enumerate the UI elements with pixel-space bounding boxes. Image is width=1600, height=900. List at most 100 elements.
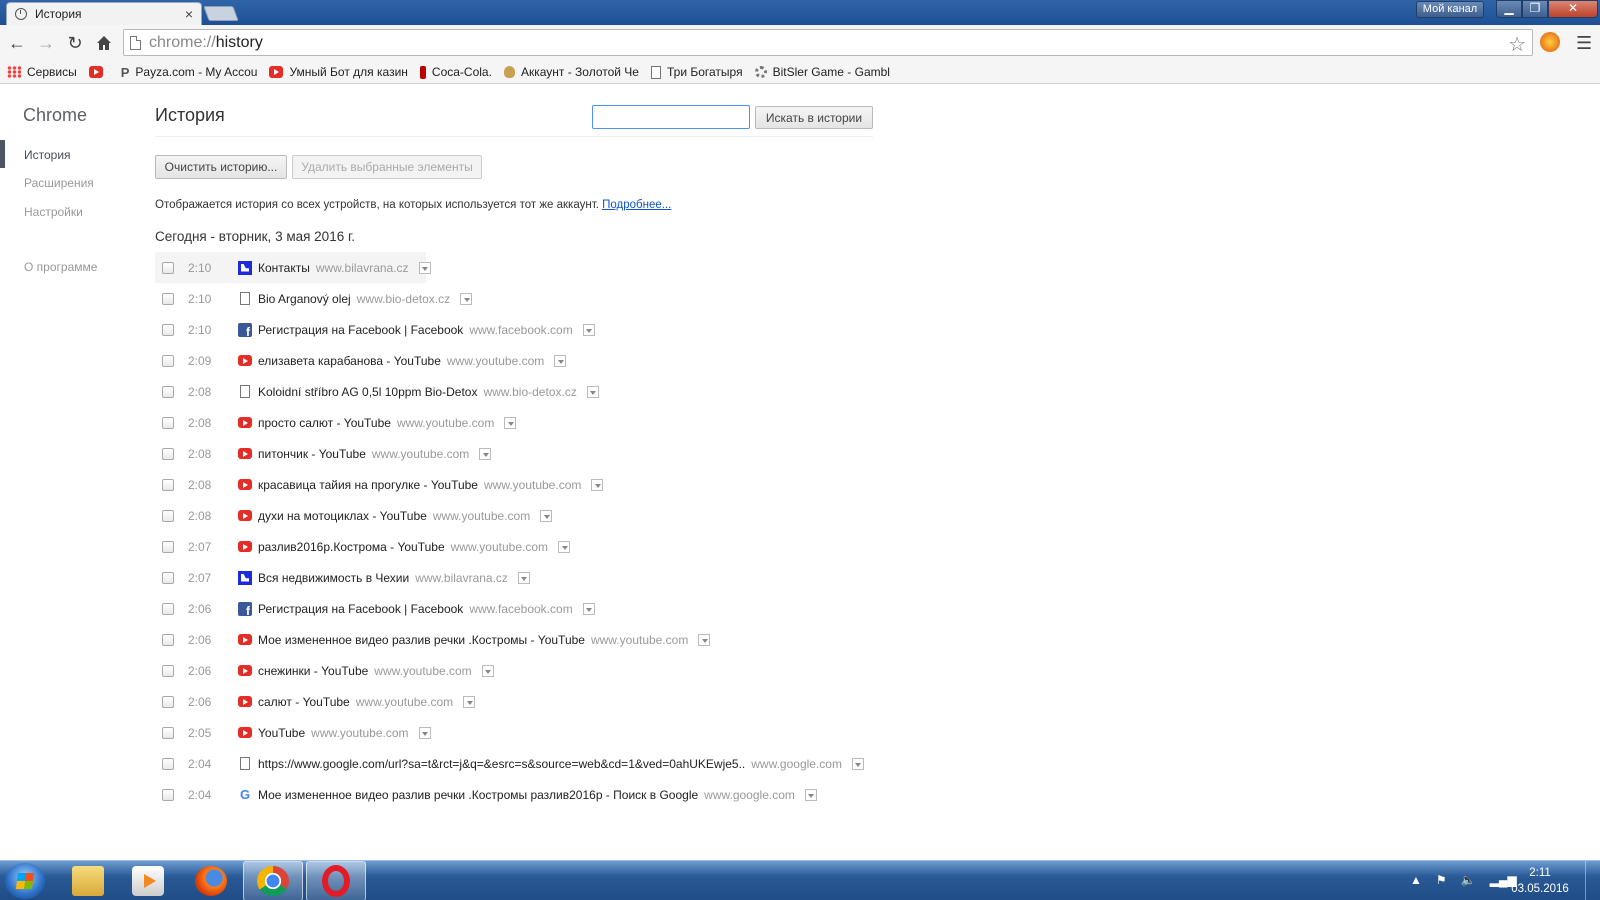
youtube-icon [238,727,252,738]
entry-menu-dropdown-icon[interactable] [517,571,530,584]
entry-menu-dropdown-icon[interactable] [504,416,517,429]
entry-title-link[interactable]: снежинки - YouTube [258,664,368,678]
entry-checkbox[interactable] [162,478,174,491]
sidebar-item-settings[interactable]: Настройки [24,205,83,219]
entry-title-link[interactable]: Koloidní stříbro AG 0,5l 10ppm Bio-Detox [258,385,477,399]
learn-more-link[interactable]: Подробнее... [602,199,671,211]
back-button[interactable]: ← [5,31,29,55]
entry-checkbox[interactable] [162,323,174,336]
entry-menu-dropdown-icon[interactable] [418,261,431,274]
payza-icon: P [120,64,130,80]
entry-checkbox[interactable] [162,788,174,801]
entry-title-link[interactable]: https://www.google.com/url?sa=t&rct=j&q=… [258,757,745,771]
bookmark-bitsler[interactable]: BitSler Game - Gambl [754,65,890,79]
entry-title-link[interactable]: просто салют - YouTube [258,416,391,430]
action-center-flag-icon[interactable]: ⚑ [1436,873,1447,887]
taskbar-chrome[interactable] [243,861,303,900]
entry-menu-dropdown-icon[interactable] [698,633,711,646]
entry-checkbox[interactable] [162,292,174,305]
new-tab-button[interactable] [203,6,239,21]
entry-menu-dropdown-icon[interactable] [582,602,595,615]
entry-title-link[interactable]: салют - YouTube [258,695,350,709]
entry-menu-dropdown-icon[interactable] [463,695,476,708]
entry-menu-dropdown-icon[interactable] [582,323,595,336]
entry-title-link[interactable]: красавица тайия на прогулке - YouTube [258,478,478,492]
entry-title-link[interactable]: Регистрация на Facebook | Facebook [258,323,463,337]
start-button[interactable] [5,863,45,899]
history-search-input[interactable] [592,105,750,129]
extension-fire-icon[interactable] [1540,32,1560,52]
entry-title-link[interactable]: питончик - YouTube [258,447,366,461]
entry-checkbox[interactable] [162,757,174,770]
entry-checkbox[interactable] [162,540,174,553]
entry-title-link[interactable]: духи на мотоциклах - YouTube [258,509,427,523]
entry-title-link[interactable]: разлив2016р.Кострома - YouTube [258,540,445,554]
home-button[interactable] [92,31,116,55]
bookmark-youtube[interactable] [88,66,109,78]
entry-checkbox[interactable] [162,385,174,398]
entry-menu-dropdown-icon[interactable] [540,509,553,522]
entry-time: 2:09 [188,353,212,368]
entry-title-link[interactable]: елизавета карабанова - YouTube [258,354,441,368]
bookmark-apps[interactable]: Сервисы [7,65,77,79]
entry-checkbox[interactable] [162,664,174,677]
sidebar-item-about[interactable]: О программе [24,260,97,274]
remove-selected-button: Удалить выбранные элементы [292,155,482,179]
entry-title-link[interactable]: Контакты [258,261,310,275]
close-window-button[interactable]: ✕ [1548,0,1598,18]
entry-title-link[interactable]: Вся недвижимость в Чехии [258,571,409,585]
entry-checkbox[interactable] [162,509,174,522]
entry-checkbox[interactable] [162,726,174,739]
tab-close-icon[interactable]: × [185,6,193,22]
taskbar-opera[interactable] [306,861,366,900]
taskbar-clock[interactable]: 2:11 03.05.2016 [1508,865,1572,897]
entry-title-link[interactable]: Мое измененное видео разлив речки .Костр… [258,633,585,647]
entry-menu-dropdown-icon[interactable] [481,664,494,677]
entry-menu-dropdown-icon[interactable] [586,385,599,398]
tab-history[interactable]: История × [6,2,202,25]
entry-menu-dropdown-icon[interactable] [418,726,431,739]
forward-button[interactable]: → [34,31,58,55]
entry-checkbox[interactable] [162,695,174,708]
taskbar-media-player[interactable] [118,861,178,900]
entry-checkbox[interactable] [162,602,174,615]
entry-menu-dropdown-icon[interactable] [851,757,864,770]
entry-title-link[interactable]: Регистрация на Facebook | Facebook [258,602,463,616]
bookmark-three-heroes[interactable]: Три Богатыря [650,65,743,79]
entry-menu-dropdown-icon[interactable] [804,788,817,801]
bookmark-payza[interactable]: P Payza.com - My Accou [121,65,258,80]
reload-button[interactable]: ↻ [63,31,87,55]
maximize-button[interactable]: ❐ [1522,0,1548,18]
taskbar-explorer[interactable] [58,861,118,900]
bookmark-smart-bot[interactable]: Умный Бот для казин [269,65,408,79]
bookmark-star-icon[interactable]: ☆ [1508,32,1526,57]
bookmark-account[interactable]: Аккаунт - Золотой Че [503,65,639,79]
address-bar[interactable]: chrome://history ☆ [123,29,1533,56]
chrome-menu-icon[interactable]: ☰ [1576,33,1592,54]
entry-checkbox[interactable] [162,261,174,274]
sidebar-item-history[interactable]: История [24,148,71,162]
entry-checkbox[interactable] [162,571,174,584]
entry-menu-dropdown-icon[interactable] [591,478,604,491]
entry-menu-dropdown-icon[interactable] [554,354,567,367]
entry-checkbox[interactable] [162,416,174,429]
entry-checkbox[interactable] [162,447,174,460]
search-history-button[interactable]: Искать в истории [755,106,873,129]
minimize-button[interactable]: ▁ [1496,0,1522,18]
sidebar-item-extensions[interactable]: Расширения [24,176,94,190]
bookmark-coca-cola[interactable]: Coca-Cola. [419,65,492,79]
entry-title-link[interactable]: Bio Arganový olej [258,292,351,306]
entry-title-link[interactable]: Мое измененное видео разлив речки .Костр… [258,788,698,802]
entry-menu-dropdown-icon[interactable] [460,292,473,305]
entry-checkbox[interactable] [162,354,174,367]
show-desktop-button[interactable] [1585,861,1600,900]
entry-checkbox[interactable] [162,633,174,646]
entry-menu-dropdown-icon[interactable] [479,447,492,460]
tray-expand-icon[interactable]: ▲ [1410,873,1422,887]
taskbar-firefox[interactable] [181,861,241,900]
entry-title-link[interactable]: YouTube [258,726,305,740]
clear-history-button[interactable]: Очистить историю... [155,155,287,179]
entry-menu-dropdown-icon[interactable] [558,540,571,553]
my-channel-button[interactable]: Мой канал [1416,1,1484,18]
volume-icon[interactable]: 🔈 [1461,873,1476,887]
